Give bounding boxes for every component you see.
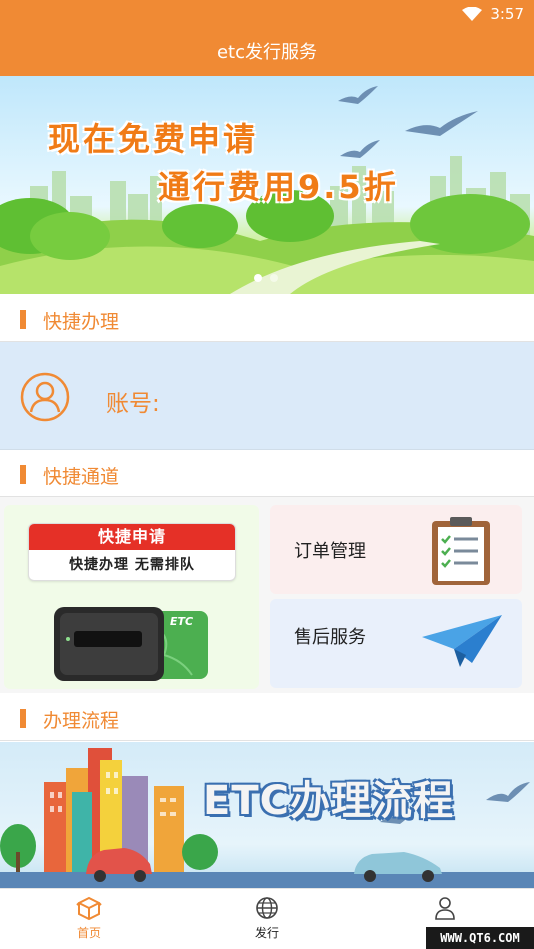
order-management-card[interactable]: 订单管理 [270, 505, 522, 594]
tab-home-label: 首页 [76, 926, 101, 940]
process-banner-title: ETC办理流程 [203, 778, 454, 824]
tab-home[interactable]: 首页 [49, 895, 129, 941]
order-management-label: 订单管理 [294, 541, 366, 562]
etc-device-icon: ETC [54, 607, 208, 681]
globe-icon [256, 897, 278, 919]
carousel-dot-active [254, 274, 262, 282]
section-title: 快捷通道 [43, 466, 120, 488]
clipboard-icon [432, 517, 490, 585]
quick-apply-card[interactable]: 快捷申请 快捷办理 无需排队 ETC [4, 505, 259, 689]
account-row[interactable]: 账号: [0, 342, 534, 450]
section-marker [20, 465, 26, 484]
process-banner[interactable]: ETC办理流程 [0, 742, 534, 888]
watermark: WWW.QT6.COM [426, 927, 534, 949]
paper-plane-icon [422, 615, 502, 667]
section-title: 快捷办理 [43, 311, 120, 333]
tab-issue[interactable]: 发行 [227, 895, 307, 941]
device-brand: ETC [170, 615, 193, 628]
user-avatar-icon [20, 372, 70, 422]
page-title: etc发行服务 [216, 42, 318, 63]
bottom-tab-bar: 首页 发行 WWW.QT6.COM [0, 888, 534, 949]
app-header: 3:57 etc发行服务 [0, 0, 534, 76]
section-marker [20, 310, 26, 329]
section-quick-handle: 快捷办理 [0, 296, 534, 342]
section-quick-channel: 快捷通道 [0, 451, 534, 497]
quick-apply-subtitle: 快捷办理 无需排队 [69, 557, 195, 573]
user-icon [435, 897, 455, 920]
quick-channel-grid: 快捷申请 快捷办理 无需排队 ETC 订单管理 售后服务 [0, 497, 534, 693]
section-process: 办理流程 [0, 695, 534, 741]
after-sales-card[interactable]: 售后服务 [270, 599, 522, 688]
wifi-icon [462, 7, 483, 21]
quick-apply-title: 快捷申请 [29, 524, 235, 550]
section-marker [20, 709, 26, 728]
promo-banner[interactable]: 现在免费申请 通行费用9.5折 [0, 76, 534, 294]
tab-issue-label: 发行 [254, 926, 279, 940]
box-icon [76, 896, 102, 921]
banner-headline-1: 现在免费申请 [48, 120, 259, 158]
status-bar: 3:57 [462, 4, 524, 24]
quick-apply-tag: 快捷申请 快捷办理 无需排队 [28, 523, 236, 581]
banner-headline-2: 通行费用9.5折 [158, 168, 399, 206]
carousel-dot [270, 274, 278, 282]
tab-profile[interactable] [405, 895, 485, 924]
status-time: 3:57 [490, 5, 524, 23]
carousel-indicator [254, 274, 278, 282]
account-label: 账号: [106, 391, 160, 417]
after-sales-label: 售后服务 [294, 627, 366, 648]
section-title: 办理流程 [43, 710, 120, 732]
